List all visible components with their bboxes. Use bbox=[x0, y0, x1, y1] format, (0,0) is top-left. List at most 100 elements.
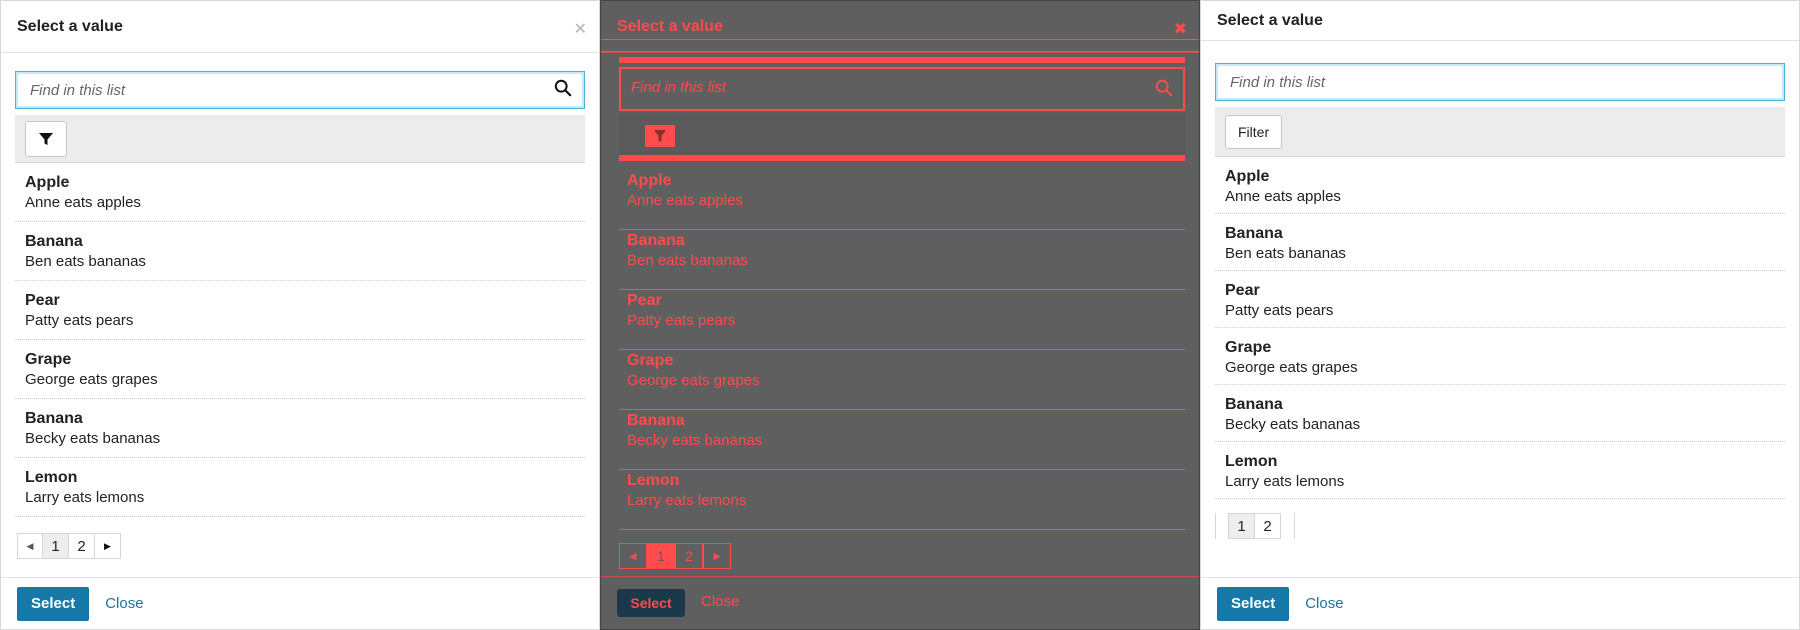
item-desc: Patty eats pears bbox=[1225, 302, 1334, 319]
item-desc: Becky eats bananas bbox=[25, 430, 161, 447]
item-desc: Ben eats bananas bbox=[25, 253, 146, 270]
pager-page-1[interactable]: 1 bbox=[1229, 513, 1255, 539]
overlay-list-item[interactable]: Apple Anne eats apples bbox=[627, 171, 743, 211]
overlay-title: Select a value bbox=[617, 17, 723, 35]
list-item[interactable]: Banana Ben eats bananas bbox=[15, 222, 585, 281]
select-button[interactable]: Select bbox=[617, 589, 685, 617]
overlay-toolbar bbox=[619, 113, 1185, 161]
list-item[interactable]: Apple Anne eats apples bbox=[1215, 157, 1785, 214]
list-item[interactable]: Banana Ben eats bananas bbox=[1215, 214, 1785, 271]
item-name: Pear bbox=[25, 292, 60, 309]
search-area bbox=[1201, 41, 1799, 101]
item-name: Lemon bbox=[1225, 453, 1278, 470]
search-icon[interactable] bbox=[554, 79, 572, 102]
overlay-search-placeholder: Find in this list bbox=[631, 79, 727, 96]
triangle-left-icon: ◀ bbox=[629, 550, 637, 561]
list-item[interactable]: Banana Becky eats bananas bbox=[1215, 385, 1785, 442]
close-icon[interactable]: ✕ bbox=[574, 19, 587, 39]
overlay-list-item[interactable]: Banana Becky eats bananas bbox=[627, 411, 762, 451]
pager-page-1[interactable]: 1 bbox=[43, 533, 69, 559]
item-desc: Becky eats bananas bbox=[1225, 416, 1361, 433]
list-item[interactable]: Pear Patty eats pears bbox=[1215, 271, 1785, 328]
overlay-list-item[interactable]: Lemon Larry eats lemons bbox=[627, 471, 746, 511]
overlay-search[interactable]: Find in this list bbox=[619, 67, 1185, 111]
filter-funnel-icon bbox=[39, 132, 53, 145]
close-link[interactable]: Close bbox=[105, 595, 143, 612]
overlay-filter-button[interactable] bbox=[645, 125, 675, 147]
overlay-pager: ◀ 1 2 ▶ bbox=[619, 543, 731, 569]
overlay-line bbox=[619, 469, 1185, 470]
triangle-right-icon: ▶ bbox=[713, 550, 721, 561]
overlay-line bbox=[601, 51, 1199, 52]
item-desc: Larry eats lemons bbox=[25, 489, 145, 506]
pager-prev-button[interactable]: ◀ bbox=[619, 543, 647, 569]
item-desc: George eats grapes bbox=[25, 371, 158, 388]
list-item[interactable]: Banana Becky eats bananas bbox=[15, 399, 585, 458]
list-item[interactable]: Lemon Larry eats lemons bbox=[1215, 442, 1785, 499]
item-name: Grape bbox=[1225, 339, 1272, 356]
close-icon[interactable]: ✖ bbox=[1174, 19, 1187, 39]
item-desc: Anne eats apples bbox=[627, 192, 743, 209]
list-item[interactable]: Apple Anne eats apples bbox=[15, 163, 585, 222]
search-input[interactable] bbox=[28, 80, 554, 100]
item-desc: George eats grapes bbox=[1225, 359, 1358, 376]
pager-prev-button[interactable]: ◀ bbox=[17, 533, 43, 559]
overlay-footer: Select Close bbox=[601, 576, 1199, 629]
pager-next-button[interactable]: ▶ bbox=[95, 533, 121, 559]
overlay-line bbox=[619, 289, 1185, 290]
dialog-footer: Select Close bbox=[1, 577, 599, 629]
dialog-title: Select a value bbox=[17, 17, 123, 35]
pager-page-2[interactable]: 2 bbox=[1255, 513, 1281, 539]
list-item[interactable]: Lemon Larry eats lemons bbox=[15, 458, 585, 517]
dialog-header: Select a value bbox=[1201, 1, 1799, 41]
item-name: Banana bbox=[1225, 225, 1283, 242]
item-name: Banana bbox=[627, 232, 685, 249]
triangle-left-icon: ◀ bbox=[26, 540, 34, 551]
search-icon[interactable] bbox=[1155, 79, 1173, 102]
item-name: Banana bbox=[1225, 396, 1283, 413]
select-button[interactable]: Select bbox=[1217, 586, 1290, 621]
item-desc: Anne eats apples bbox=[1225, 188, 1341, 205]
overlay-list-item[interactable]: Pear Patty eats pears bbox=[627, 291, 735, 331]
pager: 1 2 bbox=[1215, 513, 1799, 539]
triangle-right-icon: ▶ bbox=[104, 540, 111, 551]
item-desc: Anne eats apples bbox=[25, 194, 141, 211]
filter-button[interactable] bbox=[25, 120, 67, 157]
item-name: Lemon bbox=[25, 469, 78, 486]
item-name: Lemon bbox=[627, 472, 680, 489]
dialog-header: Select a value ✕ bbox=[1, 1, 599, 53]
list-item[interactable]: Grape George eats grapes bbox=[1215, 328, 1785, 385]
pager-next-button[interactable] bbox=[1281, 513, 1295, 539]
list-item[interactable]: Grape George eats grapes bbox=[15, 340, 585, 399]
item-name: Grape bbox=[627, 352, 674, 369]
select-button[interactable]: Select bbox=[17, 586, 90, 621]
item-desc: George eats grapes bbox=[627, 372, 760, 389]
filter-funnel-icon bbox=[654, 130, 666, 142]
overlay-header: Select a value ✖ bbox=[601, 1, 1199, 53]
pager-page-2[interactable]: 2 bbox=[675, 543, 703, 569]
close-link[interactable]: Close bbox=[1305, 595, 1343, 612]
pager-page-2[interactable]: 2 bbox=[69, 533, 95, 559]
item-desc: Becky eats bananas bbox=[627, 432, 763, 449]
overlay-list-item[interactable]: Banana Ben eats bananas bbox=[627, 231, 748, 271]
overlay-line bbox=[619, 409, 1185, 410]
item-desc: Larry eats lemons bbox=[627, 492, 747, 509]
pager-prev-button[interactable] bbox=[1215, 513, 1229, 539]
overlay-list-item[interactable]: Grape George eats grapes bbox=[627, 351, 760, 391]
search-box bbox=[15, 71, 585, 109]
item-desc: Patty eats pears bbox=[627, 312, 736, 329]
search-input[interactable] bbox=[1228, 72, 1772, 92]
filter-button[interactable]: Filter bbox=[1225, 114, 1283, 149]
item-desc: Larry eats lemons bbox=[1225, 473, 1345, 490]
dialog-left: Select a value ✕ Apple Anne eats apples … bbox=[0, 0, 600, 630]
item-name: Pear bbox=[627, 292, 662, 309]
close-link[interactable]: Close bbox=[701, 593, 739, 610]
item-desc: Ben eats bananas bbox=[1225, 245, 1346, 262]
pager-page-1[interactable]: 1 bbox=[647, 543, 675, 569]
item-name: Apple bbox=[1225, 168, 1270, 185]
list-item[interactable]: Pear Patty eats pears bbox=[15, 281, 585, 340]
item-desc: Ben eats bananas bbox=[627, 252, 748, 269]
filter-toolbar: Filter bbox=[1215, 107, 1785, 157]
overlay-line bbox=[619, 529, 1185, 530]
pager-next-button[interactable]: ▶ bbox=[703, 543, 731, 569]
